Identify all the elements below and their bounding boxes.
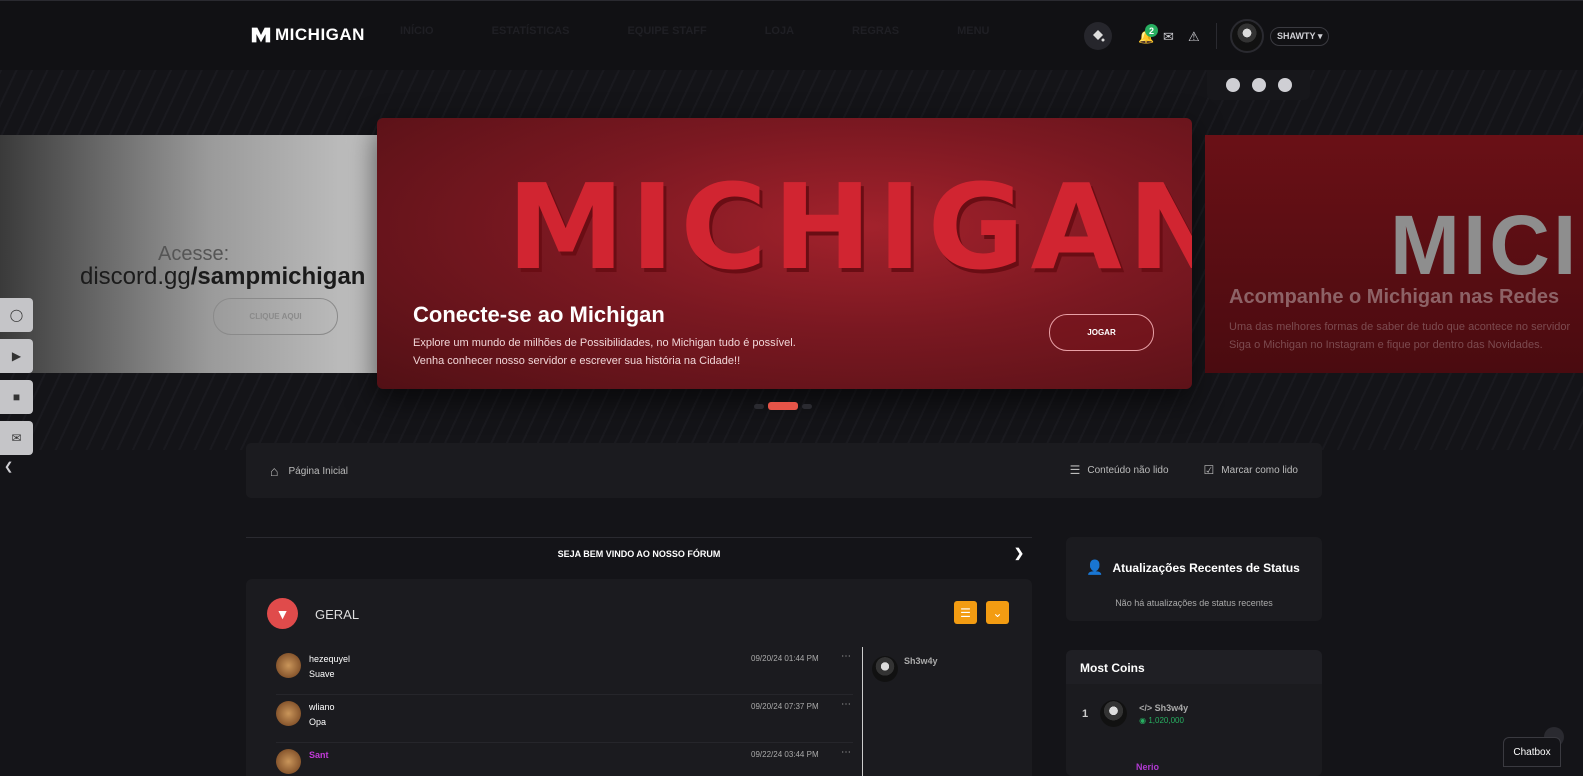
slide-description: Explore um mundo de milhões de Possibili… (413, 337, 796, 367)
post-message: Opa (309, 717, 327, 727)
slide-brand-art: MICHIGAN (507, 158, 1192, 296)
post-message: Suave (309, 669, 335, 679)
discord-icon[interactable]: ■ (0, 380, 33, 414)
post-date: 09/20/24 07:37 PM (751, 702, 819, 711)
avatar[interactable] (276, 749, 301, 774)
paint-bucket-icon (1093, 30, 1105, 42)
slide-title: Conecte-se ao Michigan (413, 302, 665, 327)
more-options-icon[interactable]: ⋯ (841, 651, 851, 662)
youtube-icon[interactable]: ▶ (0, 339, 33, 373)
warning-icon[interactable]: ⚠ (1188, 29, 1200, 45)
category-title[interactable]: GERAL (315, 607, 359, 622)
status-updates-widget: 👤 Atualizações Recentes de Status Não há… (1066, 537, 1322, 621)
carousel-dots (754, 402, 812, 410)
category-controls: ☰ ⌄ (954, 601, 1009, 624)
chevron-right-icon[interactable]: ❯ (1014, 546, 1024, 560)
online-username[interactable]: Sh3w4y (904, 656, 938, 682)
nav-link[interactable]: REGRAS (852, 25, 899, 37)
post-date: 09/22/24 03:44 PM (751, 750, 819, 759)
avatar[interactable] (1100, 700, 1128, 727)
top-navbar: MICHIGAN INÍCIO ESTATÍSTICAS EQUIPE STAF… (0, 0, 1583, 70)
rank-number: 1 (1082, 707, 1089, 720)
slide-brand-art: MICI (1390, 198, 1580, 292)
carousel-slide-main: MICHIGAN Conecte-se ao Michigan Explore … (377, 118, 1192, 389)
nav-link[interactable]: LOJA (765, 25, 794, 37)
leader-name[interactable]: Nerio (1136, 762, 1159, 772)
discord-icon[interactable] (1277, 78, 1292, 92)
brand-text: MICHIGAN (275, 25, 365, 44)
notification-badge: 2 (1145, 24, 1158, 37)
youtube-icon[interactable] (1251, 78, 1266, 92)
leaderboard-row[interactable]: 1 </> Sh3w4y ◉ 1,020,000 (1082, 700, 1188, 727)
discord-link-text: discord.gg/sampmichigan (80, 263, 366, 290)
coin-icon: ◉ (1139, 715, 1149, 725)
username-dropdown[interactable]: SHAWTY ▾ (1270, 26, 1330, 46)
carousel-dot[interactable] (802, 403, 812, 409)
widget-title: Most Coins (1066, 650, 1322, 684)
list-item[interactable]: hezequyel Suave 09/20/24 01:44 PM ⋯ (276, 647, 853, 695)
list-item[interactable]: wliano Opa 09/20/24 07:37 PM ⋯ (276, 695, 853, 743)
list-item[interactable]: Sant 09/22/24 03:44 PM ⋯ (276, 743, 853, 776)
checkbox-icon: ☑ (1203, 463, 1215, 477)
nav-link[interactable]: EQUIPE STAFF (627, 25, 706, 37)
divider (862, 647, 863, 776)
welcome-banner[interactable]: SEJA BEM VINDO AO NOSSO FÓRUM ❯ (246, 537, 1032, 570)
michigan-logo-icon (251, 27, 271, 43)
carousel-dot[interactable] (754, 403, 764, 409)
online-user[interactable]: Sh3w4y (872, 656, 938, 682)
collapse-button[interactable]: ⌄ (986, 601, 1009, 624)
more-options-icon[interactable]: ⋯ (841, 747, 851, 758)
slide-description: Uma das melhores formas de saber de tudo… (1229, 321, 1571, 351)
avatar[interactable] (872, 656, 898, 682)
chatbox-button[interactable]: Chatbox (1503, 737, 1561, 767)
chevron-left-icon[interactable]: ❮ (4, 460, 13, 473)
post-author[interactable]: hezequyel (309, 654, 350, 664)
avatar (1230, 19, 1264, 53)
breadcrumb: ⌂ Página Inicial ☰ Conteúdo não lido ☑ Mar… (246, 443, 1322, 498)
forum-category: ▼ GERAL ☰ ⌄ hezequyel Suave 09/20/24 01:… (246, 579, 1032, 776)
user-edit-icon: 👤 (1086, 559, 1104, 575)
slide-title: Acompanhe o Michigan nas Redes (1229, 286, 1560, 308)
nav-link[interactable]: INÍCIO (400, 25, 434, 37)
avatar[interactable] (276, 653, 301, 678)
breadcrumb-actions: ☰ Conteúdo não lido ☑ Marcar como lido (1070, 463, 1298, 477)
carousel-slide-discord: Acesse: discord.gg/sampmichigan (0, 135, 380, 373)
widget-title: 👤 Atualizações Recentes de Status (1086, 559, 1300, 575)
carousel-slide-social: MICI Acompanhe o Michigan nas Redes Uma … (1205, 135, 1583, 373)
carousel-dot-active[interactable] (768, 402, 798, 410)
welcome-text: SEJA BEM VINDO AO NOSSO FÓRUM (557, 549, 721, 559)
floating-social-bar: ◯ ▶ ■ ✉ (0, 298, 33, 455)
nav-links: INÍCIO ESTATÍSTICAS EQUIPE STAFF LOJA RE… (400, 25, 990, 37)
post-date: 09/20/24 01:44 PM (751, 654, 819, 663)
user-menu[interactable]: SHAWTY ▾ (1230, 19, 1330, 53)
nav-divider (1216, 23, 1217, 49)
nav-link[interactable]: ESTATÍSTICAS (492, 25, 570, 37)
click-here-button[interactable]: CLIQUE AQUI (213, 298, 338, 335)
empty-state: Não há atualizações de status recentes (1115, 598, 1273, 608)
avatar[interactable] (276, 701, 301, 726)
unread-content-link[interactable]: ☰ Conteúdo não lido (1070, 463, 1169, 477)
play-button[interactable]: JOGAR (1049, 314, 1154, 351)
theme-button[interactable] (1084, 22, 1112, 50)
category-icon: ▼ (267, 598, 298, 629)
leader-name[interactable]: </> Sh3w4y (1139, 703, 1188, 713)
envelope-icon[interactable]: ✉ (1163, 29, 1174, 45)
home-icon: ⌂ (270, 463, 279, 479)
instagram-icon[interactable] (1225, 78, 1240, 92)
post-author[interactable]: Sant (309, 750, 329, 760)
more-options-icon[interactable]: ⋯ (841, 699, 851, 710)
post-author[interactable]: wliano (309, 702, 335, 712)
list-icon: ☰ (1069, 463, 1081, 477)
brand-logo[interactable]: MICHIGAN (250, 24, 365, 46)
instagram-icon[interactable]: ◯ (0, 298, 33, 332)
nav-link[interactable]: MENU (957, 25, 989, 37)
social-links (1207, 70, 1310, 100)
breadcrumb-home[interactable]: ⌂ Página Inicial (270, 463, 348, 479)
coin-amount: ◉ 1,020,000 (1139, 715, 1184, 725)
breadcrumb-home-label: Página Inicial (288, 465, 348, 477)
most-coins-widget: Most Coins 1 </> Sh3w4y ◉ 1,020,000 Neri… (1066, 650, 1322, 776)
envelope-icon[interactable]: ✉ (0, 421, 33, 455)
mark-read-link[interactable]: ☑ Marcar como lido (1204, 463, 1298, 477)
list-view-button[interactable]: ☰ (954, 601, 977, 624)
